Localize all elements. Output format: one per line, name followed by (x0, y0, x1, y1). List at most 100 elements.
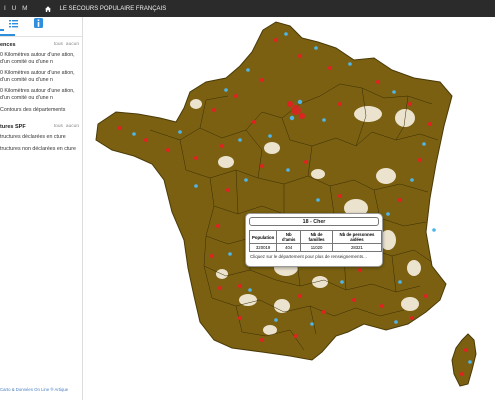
structure-marker (328, 66, 332, 70)
structure-marker (322, 118, 326, 122)
structure-marker (194, 184, 198, 188)
structure-marker (460, 372, 464, 376)
stat-cell: 320019 (248, 243, 278, 252)
structure-marker (338, 102, 342, 106)
structure-marker (380, 304, 384, 308)
structure-marker (244, 178, 248, 182)
structure-marker (238, 284, 242, 288)
structure-marker (424, 294, 428, 298)
structure-marker (358, 268, 362, 272)
sidebar-tabs (0, 17, 82, 37)
structure-marker (294, 334, 298, 338)
page-title: LE SECOURS POPULAIRE FRANÇAIS (59, 5, 167, 12)
structure-marker (310, 322, 314, 326)
department-stats-table: Population Nb d'amis Nb de familles Nb d… (248, 230, 383, 252)
structure-marker (314, 46, 318, 50)
popup-hint: Cliquez sur le département pour plus de … (250, 254, 367, 259)
layer-item[interactable]: 0 Kilomètres autour d'une ation, d'un co… (0, 50, 82, 68)
structure-marker (284, 32, 288, 36)
structure-marker (234, 94, 238, 98)
structure-marker (228, 252, 232, 256)
app-brand: I U M (4, 5, 30, 12)
structure-marker (260, 338, 264, 342)
active-tab-indicator (0, 34, 15, 36)
structure-marker (394, 320, 398, 324)
corsica[interactable] (451, 333, 477, 387)
toggle-all-link[interactable]: tous (54, 124, 63, 129)
structure-marker (468, 360, 472, 364)
structure-marker (304, 160, 308, 164)
toggle-all-link[interactable]: tous (54, 42, 63, 47)
structure-marker (410, 178, 414, 182)
toggle-none-link[interactable]: aucun (66, 124, 79, 129)
list-icon[interactable] (9, 19, 18, 30)
structure-marker (338, 194, 342, 198)
layers-sidebar: ences tous aucun 0 Kilomètres autour d'un… (0, 17, 83, 400)
structure-marker (392, 90, 396, 94)
structure-marker (298, 294, 302, 298)
structure-marker (248, 288, 252, 292)
section-references-header: ences tous aucun (0, 40, 82, 50)
section-structures-header: tures SPF tous aucun (0, 122, 82, 132)
map-view[interactable]: 18 - Cher Population Nb d'amis Nb de fam… (83, 17, 495, 400)
structure-marker (274, 38, 278, 42)
structure-marker (268, 134, 272, 138)
structure-marker (260, 164, 264, 168)
section-references-title: ences (0, 42, 16, 48)
structure-marker (218, 286, 222, 290)
structure-marker (212, 108, 216, 112)
layer-item[interactable]: Contours des départements (0, 105, 82, 117)
structure-marker (464, 348, 468, 352)
structure-marker (322, 310, 326, 314)
stat-cell: 11020 (300, 243, 333, 252)
structure-marker (408, 102, 412, 106)
structure-marker (410, 316, 414, 320)
structure-marker (352, 298, 356, 302)
column-header: Nb de familles (300, 230, 333, 244)
structure-marker (428, 122, 432, 126)
structure-marker (348, 62, 352, 66)
structure-marker (238, 138, 242, 142)
structure-marker (194, 156, 198, 160)
stat-cell: 28321 (331, 243, 383, 252)
structure-marker (376, 80, 380, 84)
map-credits[interactable]: Carto & Données On Line ® Artique (0, 387, 68, 392)
structure-marker (210, 254, 214, 258)
department-popup[interactable]: 18 - Cher Population Nb d'amis Nb de fam… (245, 213, 383, 267)
layer-item[interactable]: 0 Kilomètres autour d'une ation, d'un co… (0, 68, 82, 86)
structure-marker (260, 78, 264, 82)
column-header: Nb de personnes aidées (331, 230, 383, 244)
structure-marker (340, 280, 344, 284)
structure-marker (398, 280, 402, 284)
mainland-france[interactable] (95, 21, 453, 361)
structure-marker (226, 188, 230, 192)
structure-marker (166, 148, 170, 152)
structure-marker (298, 54, 302, 58)
layer-item[interactable]: tructures déclarées en cture (0, 132, 82, 144)
structure-marker (238, 316, 242, 320)
structure-marker (432, 228, 436, 232)
layer-item[interactable]: tructures non déclarées en cture (0, 144, 82, 156)
info-icon[interactable] (34, 18, 43, 30)
structure-marker (224, 88, 228, 92)
structure-marker (316, 198, 320, 202)
structure-marker (178, 130, 182, 134)
structure-marker (274, 318, 278, 322)
structure-marker (286, 168, 290, 172)
home-icon[interactable] (44, 5, 52, 13)
layer-item[interactable]: 0 Kilomètres autour d'une ation, d'un co… (0, 86, 82, 104)
structure-marker (118, 126, 122, 130)
structure-marker (132, 132, 136, 136)
structure-marker (252, 120, 256, 124)
structure-marker (422, 142, 426, 146)
structure-marker (398, 198, 402, 202)
structure-marker (246, 68, 250, 72)
structure-marker (144, 138, 148, 142)
top-bar: I U M LE SECOURS POPULAIRE FRANÇAIS (0, 0, 495, 17)
structure-marker (418, 158, 422, 162)
structure-marker (386, 212, 390, 216)
france-map[interactable] (83, 17, 495, 400)
toggle-none-link[interactable]: aucun (66, 42, 79, 47)
section-structures-title: tures SPF (0, 124, 26, 131)
column-header: Nb d'amis (276, 230, 302, 244)
